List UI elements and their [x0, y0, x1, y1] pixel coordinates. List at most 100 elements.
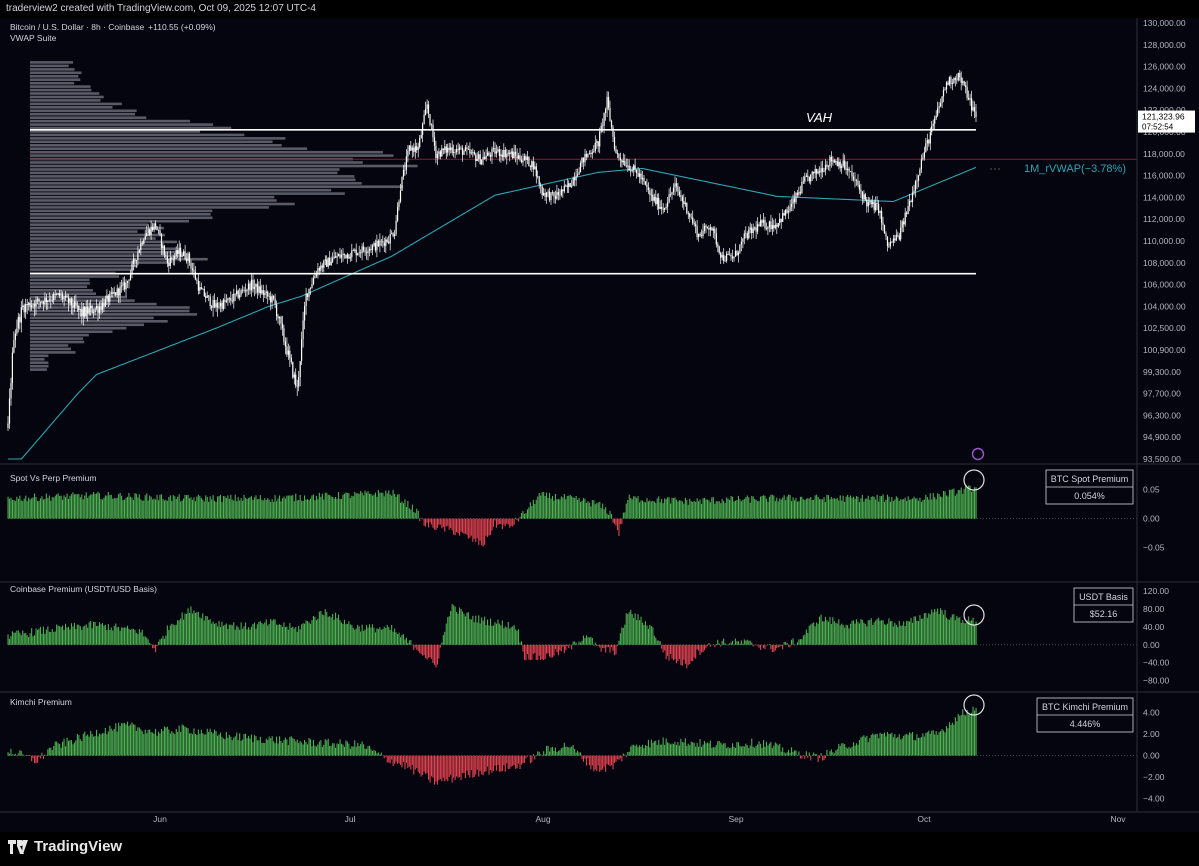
histogram-bar [799, 496, 801, 519]
histogram-bar [599, 755, 601, 772]
histogram-bar [900, 499, 902, 519]
candle-body [323, 260, 325, 268]
histogram-bar [789, 752, 791, 756]
histogram-bar [441, 518, 443, 529]
histogram-bar [702, 498, 704, 519]
candle-body [373, 243, 375, 246]
histogram-bar [336, 617, 338, 645]
histogram-bar [408, 508, 410, 519]
histogram-bar [642, 744, 644, 756]
histogram-bar [931, 499, 933, 519]
tradingview-logo[interactable]: TradingView [8, 838, 122, 855]
histogram-bar [611, 644, 613, 648]
candle-body [535, 166, 537, 177]
histogram-bar [299, 741, 301, 756]
histogram-bar [873, 734, 875, 756]
histogram-bar [585, 503, 587, 519]
histogram-bar [289, 736, 291, 756]
candle-body [492, 148, 495, 149]
histogram-bar [963, 488, 965, 519]
candle-body [469, 149, 471, 154]
histogram-bar [34, 493, 36, 519]
candle-body [742, 238, 744, 242]
histogram-bar [590, 506, 592, 519]
histogram-bar [917, 500, 919, 519]
volume-profile-row [30, 344, 69, 347]
histogram-bar [236, 501, 238, 519]
histogram-bar [764, 495, 766, 519]
histogram-bar [317, 744, 319, 756]
histogram-bar [698, 501, 700, 519]
histogram-bar [106, 495, 108, 519]
volume-profile-row [30, 109, 137, 113]
candle-body [283, 328, 285, 342]
chart-svg[interactable]: VAH1M_rVWAP(−3.78%)Bitcoin / U.S. Dollar… [0, 18, 1199, 832]
main-legend-title: Bitcoin / U.S. Dollar · 8h · Coinbase +11… [10, 22, 216, 32]
histogram-bar [113, 498, 115, 519]
kimchi-pane[interactable]: Kimchi Premium BTC Kimchi Premium4.446% [7, 694, 1138, 785]
histogram-bar [664, 744, 666, 756]
histogram-bar [602, 503, 604, 519]
candle-body [444, 146, 446, 151]
coinbase-premium-pane[interactable]: Coinbase Premium (USDT/USD Basis)USDT Ba… [7, 584, 1138, 669]
histogram-bar [512, 518, 514, 527]
histogram-bar [810, 497, 812, 519]
histogram-bar [184, 613, 186, 645]
histogram-bar [516, 630, 518, 645]
histogram-bar [118, 626, 120, 645]
candle-body [56, 294, 58, 296]
histogram-bar [553, 751, 555, 756]
histogram-bar [296, 739, 298, 756]
histogram-bar [377, 752, 379, 756]
price-pane[interactable]: VAH1M_rVWAP(−3.78%)Bitcoin / U.S. Dollar… [7, 22, 1137, 461]
histogram-bar [947, 619, 949, 645]
histogram-bar [360, 744, 362, 756]
histogram-bar [293, 628, 295, 645]
price-tick-label: 97,700.00 [1143, 389, 1181, 399]
histogram-bar [495, 623, 497, 645]
volume-profile-row [30, 106, 113, 109]
histogram-bar [732, 640, 734, 645]
candle-body [246, 289, 248, 292]
candle-body [557, 192, 559, 195]
histogram-bar [540, 495, 542, 519]
histogram-bar [122, 627, 124, 645]
chart-area[interactable]: VAH 1M_rVWAP(−3.78%) Bitcoin / U.S. Dollar… [0, 18, 1199, 832]
histogram-bar [253, 735, 255, 756]
histogram-bar [358, 626, 360, 645]
histogram-bar [963, 623, 965, 645]
candle-body [630, 170, 632, 172]
histogram-bar [858, 623, 860, 645]
histogram-bar [833, 753, 835, 756]
histogram-bar [673, 498, 675, 519]
histogram-bar [701, 503, 703, 519]
histogram-bar [906, 620, 908, 645]
histogram-bar [160, 638, 162, 645]
histogram-bar [835, 499, 837, 519]
histogram-bar [667, 644, 669, 656]
candle-body [518, 155, 520, 159]
histogram-bar [119, 726, 121, 756]
candle-body [245, 290, 247, 292]
volume-profile-row [30, 192, 345, 195]
histogram-bar [193, 728, 195, 756]
histogram-bar [708, 500, 710, 519]
histogram-bar [258, 622, 260, 645]
histogram-bar [371, 751, 373, 756]
histogram-bar [193, 610, 195, 645]
histogram-bar [954, 495, 956, 519]
histogram-bar [761, 747, 763, 756]
candle-body [821, 168, 824, 172]
histogram-bar [543, 751, 545, 756]
histogram-bar [169, 733, 171, 756]
spot-perp-pane[interactable]: Spot Vs Perp Premium BTC Spot Premium0.05… [7, 469, 1138, 547]
volume-profile-row [30, 185, 404, 188]
histogram-bar [175, 729, 177, 756]
histogram-bar [84, 625, 86, 645]
histogram-bar [633, 496, 635, 519]
histogram-bar [209, 496, 211, 519]
candle-body [672, 187, 675, 193]
histogram-bar [689, 644, 691, 664]
histogram-bar [526, 644, 528, 654]
histogram-bar [321, 614, 323, 645]
